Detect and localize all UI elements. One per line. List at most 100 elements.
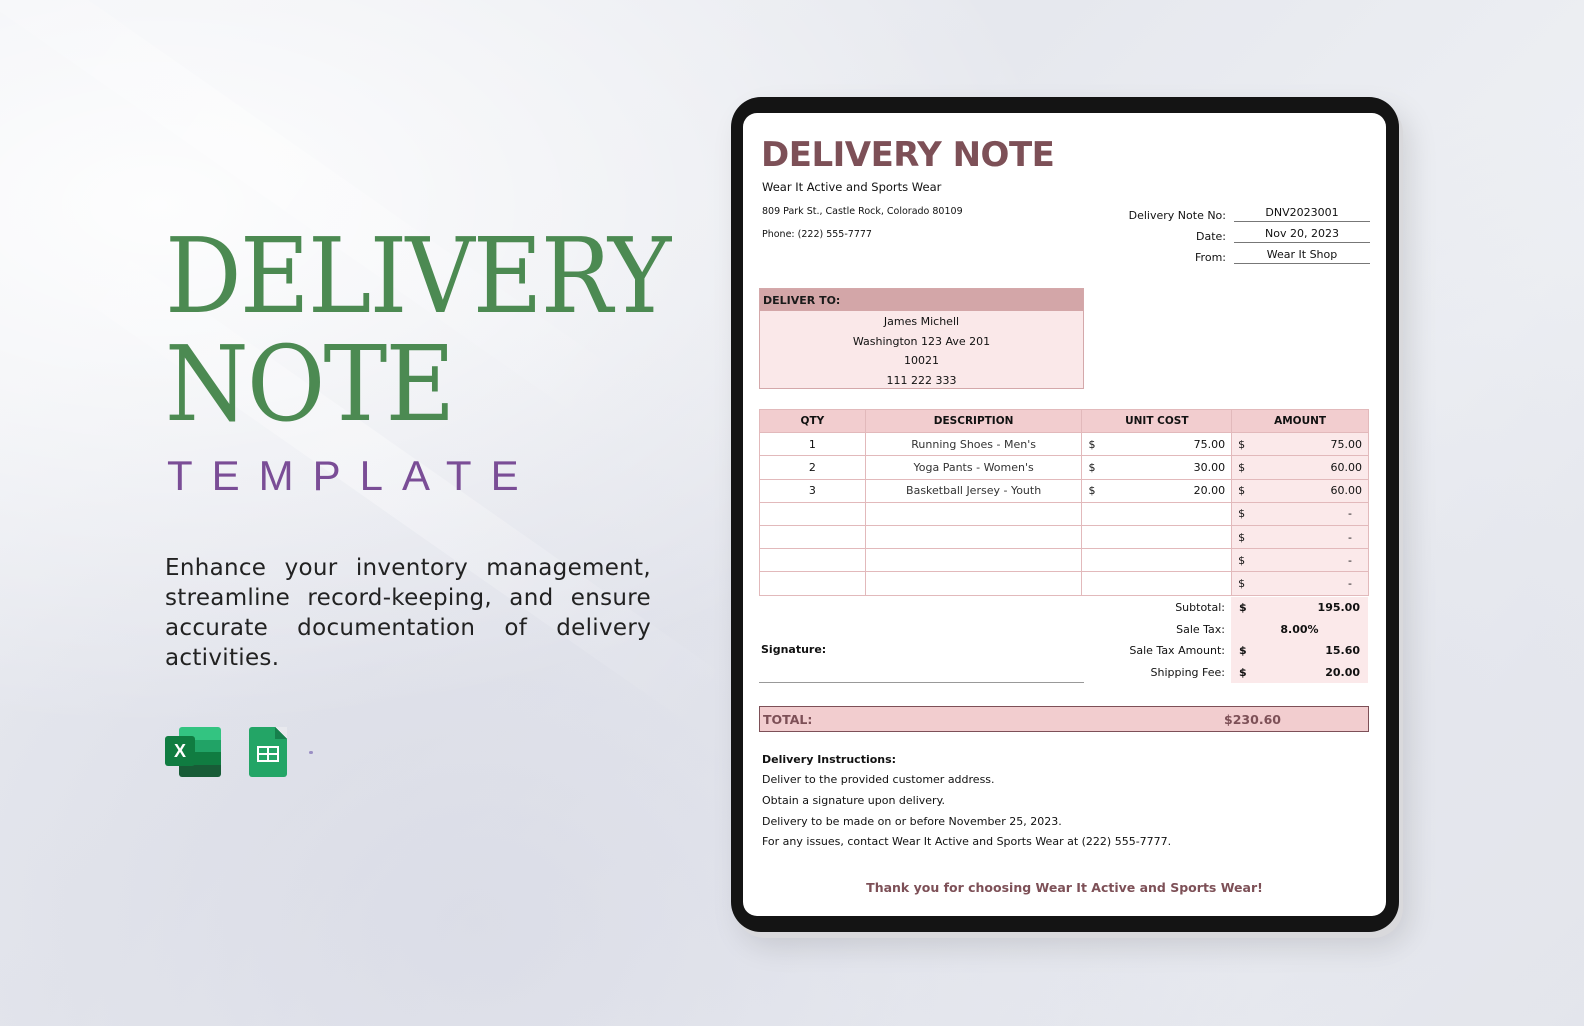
currency-symbol: $ — [1088, 460, 1096, 474]
meta-value-date[interactable]: Nov 20, 2023 — [1234, 227, 1370, 243]
tablet-frame: DELIVERY NOTE Wear It Active and Sports … — [731, 97, 1399, 932]
tablet-screen: DELIVERY NOTE Wear It Active and Sports … — [743, 113, 1386, 916]
cell-unit-cost[interactable]: $75.00 — [1081, 432, 1233, 457]
amount: 15.60 — [1325, 644, 1360, 658]
cell-qty[interactable]: 2 — [759, 455, 866, 480]
cell-description[interactable] — [864, 501, 1083, 526]
recipient-phone[interactable]: 111 222 333 — [760, 371, 1083, 391]
total-bar: TOTAL: $230.60 — [759, 706, 1369, 732]
document-title: DELIVERY NOTE — [761, 135, 1055, 175]
total-label: TOTAL: — [763, 711, 813, 727]
company-name: Wear It Active and Sports Wear — [762, 180, 942, 194]
deliver-to-box: DELIVER TO: James Michell Washington 123… — [759, 288, 1084, 389]
cell-description[interactable] — [864, 524, 1083, 550]
currency-symbol: $ — [1238, 437, 1246, 451]
total-value: $230.60 — [1224, 711, 1281, 727]
amount: 20.00 — [1325, 665, 1360, 679]
shipping-fee-value[interactable]: $ 20.00 — [1231, 661, 1368, 683]
header-unit-cost: UNIT COST — [1081, 408, 1233, 434]
recipient-zip[interactable]: 10021 — [760, 351, 1083, 371]
cell-description[interactable]: Running Shoes - Men's — [864, 432, 1083, 457]
amount-value: 75.00 — [1330, 437, 1363, 451]
meta-label: Delivery Note No: — [1128, 209, 1226, 222]
cell-qty[interactable] — [759, 524, 866, 550]
currency-symbol: $ — [1238, 553, 1246, 567]
meta-value-note-no[interactable]: DNV2023001 — [1234, 206, 1370, 222]
cell-qty[interactable] — [759, 548, 866, 573]
meta-row-from: From: Wear It Shop — [1104, 248, 1370, 264]
excel-letter: X — [165, 736, 195, 766]
table-row: $ - — [759, 524, 1369, 550]
delivery-note-document: DELIVERY NOTE Wear It Active and Sports … — [743, 113, 1386, 916]
unit-cost-value: 20.00 — [1193, 484, 1226, 498]
summary-shipping-fee: Shipping Fee: $ 20.00 — [1083, 661, 1368, 683]
instruction-line: For any issues, contact Wear It Active a… — [762, 835, 1172, 848]
company-phone: Phone: (222) 555-7777 — [762, 229, 872, 240]
table-row: 3 Basketball Jersey - Youth $20.00 $60.00 — [759, 478, 1369, 503]
unit-cost-value: 30.00 — [1193, 460, 1226, 474]
currency-symbol: $ — [1238, 507, 1246, 521]
header-description: DESCRIPTION — [864, 408, 1083, 434]
currency-symbol: $ — [1238, 484, 1246, 498]
meta-label: From: — [1195, 251, 1226, 264]
cell-amount: $ - — [1231, 524, 1369, 550]
subtotal-value: $ 195.00 — [1231, 597, 1368, 619]
sale-tax-value[interactable]: 8.00% — [1231, 618, 1368, 640]
amount-value: - — [1348, 553, 1352, 567]
currency-symbol: $ — [1238, 576, 1246, 590]
summary-sale-tax-amount: Sale Tax Amount: $ 15.60 — [1083, 640, 1368, 662]
amount-value: - — [1348, 507, 1352, 521]
cell-qty[interactable] — [759, 501, 866, 526]
percent: 8.00% — [1280, 622, 1319, 636]
cell-amount: $ - — [1231, 501, 1369, 526]
cell-amount: $60.00 — [1231, 455, 1369, 480]
signature-label: Signature: — [761, 643, 827, 656]
meta-row-date: Date: Nov 20, 2023 — [1104, 227, 1370, 243]
summary-subtotal: Subtotal: $ 195.00 — [1083, 597, 1368, 619]
table-row: 2 Yoga Pants - Women's $30.00 $60.00 — [759, 455, 1369, 480]
cell-description[interactable]: Yoga Pants - Women's — [864, 455, 1083, 480]
cell-description[interactable] — [864, 571, 1083, 596]
cell-unit-cost[interactable] — [1081, 524, 1233, 550]
cell-unit-cost[interactable]: $30.00 — [1081, 455, 1233, 480]
thank-you-message: Thank you for choosing Wear It Active an… — [866, 880, 1263, 895]
amount-value: 60.00 — [1330, 460, 1363, 474]
company-address: 809 Park St., Castle Rock, Colorado 8010… — [762, 206, 963, 217]
instruction-line: Delivery to be made on or before Novembe… — [762, 815, 1062, 828]
currency-symbol: $ — [1238, 460, 1246, 474]
amount-value: - — [1348, 576, 1352, 590]
cell-qty[interactable]: 1 — [759, 432, 866, 457]
cell-unit-cost[interactable] — [1081, 501, 1233, 526]
cell-unit-cost[interactable] — [1081, 571, 1233, 596]
table-row: 1 Running Shoes - Men's $75.00 $75.00 — [759, 432, 1369, 457]
deliver-to-heading: DELIVER TO: — [760, 289, 1083, 311]
currency-symbol: $ — [1239, 665, 1247, 679]
cell-unit-cost[interactable]: $20.00 — [1081, 478, 1233, 503]
table-row: $ - — [759, 548, 1369, 573]
recipient-street[interactable]: Washington 123 Ave 201 — [760, 332, 1083, 352]
cell-qty[interactable]: 3 — [759, 478, 866, 503]
summary-label: Sale Tax Amount: — [1129, 644, 1225, 658]
table-header-row: QTY DESCRIPTION UNIT COST AMOUNT — [759, 408, 1369, 434]
signature-line[interactable] — [759, 682, 1084, 683]
instructions-heading: Delivery Instructions: — [762, 753, 897, 766]
excel-icon: X — [165, 727, 221, 777]
decorative-dot — [309, 750, 313, 754]
summary-label: Sale Tax: — [1176, 622, 1225, 636]
cell-qty[interactable] — [759, 571, 866, 596]
currency-symbol: $ — [1088, 437, 1096, 451]
cell-amount: $ - — [1231, 548, 1369, 573]
cell-description[interactable] — [864, 548, 1083, 573]
recipient-name[interactable]: James Michell — [760, 312, 1083, 332]
cell-description[interactable]: Basketball Jersey - Youth — [864, 478, 1083, 503]
google-sheets-icon — [249, 727, 287, 777]
cell-unit-cost[interactable] — [1081, 548, 1233, 573]
promo-description: Enhance your inventory management, strea… — [165, 555, 651, 671]
amount: 195.00 — [1317, 601, 1360, 615]
currency-symbol: $ — [1088, 484, 1096, 498]
instruction-line: Obtain a signature upon delivery. — [762, 794, 946, 807]
app-icons: X — [165, 727, 313, 777]
header-amount: AMOUNT — [1231, 408, 1369, 434]
header-qty: QTY — [759, 408, 866, 434]
meta-value-from[interactable]: Wear It Shop — [1234, 248, 1370, 264]
